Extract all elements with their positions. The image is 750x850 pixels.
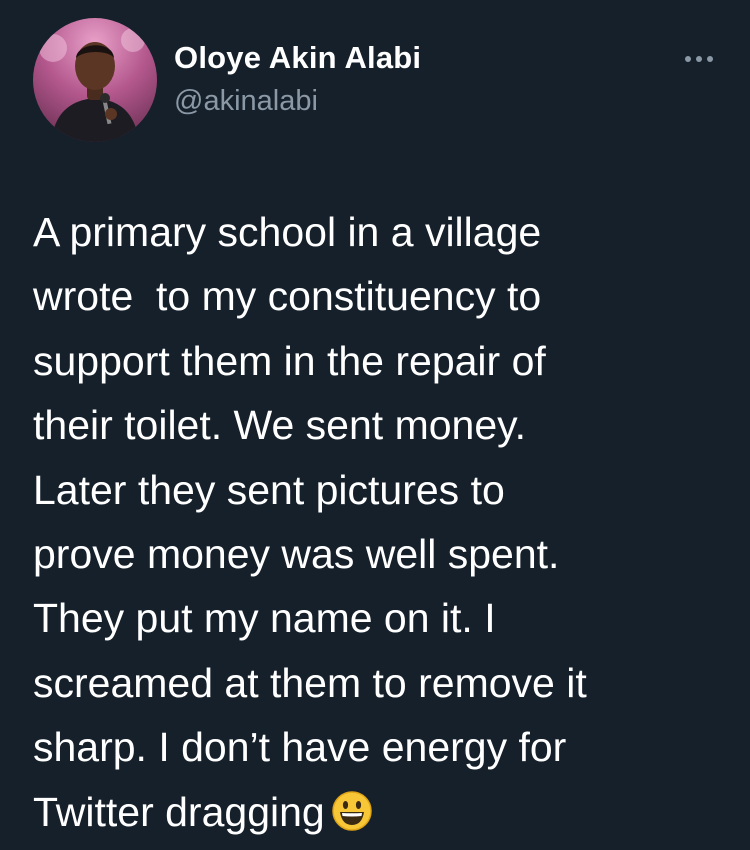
tweet-line: prove money was well spent. (33, 531, 560, 578)
tweet-line: their toilet. We sent money. (33, 402, 526, 449)
avatar[interactable] (33, 18, 157, 142)
grinning-face-emoji-icon (331, 786, 373, 850)
tweet-line: sharp. I don’t have energy for (33, 724, 567, 771)
author-handle[interactable]: @akinalabi (174, 85, 318, 118)
tweet-line: They put my name on it. I (33, 595, 496, 642)
dot (685, 56, 691, 62)
tweet-line: support them in the repair of (33, 337, 546, 384)
tweet-line: A primary school in a village (33, 209, 542, 255)
dot (696, 56, 702, 62)
tweet-line: Twitter dragging (33, 788, 325, 835)
tweet-card: Oloye Akin Alabi @akinalabi A primary sc… (0, 0, 750, 848)
tweet-line: screamed at them to remove it (33, 659, 587, 706)
more-options-icon[interactable] (677, 45, 721, 73)
dot (707, 56, 713, 62)
avatar-photo (39, 28, 145, 142)
tweet-line-last: Twitter dragging (33, 780, 733, 850)
author-name[interactable]: Oloye Akin Alabi (174, 40, 421, 76)
tweet-line: Later they sent pictures to (33, 466, 505, 513)
tweet-line: wrote to my constituency to (33, 273, 542, 320)
tweet-text: A primary school in a village wrote to m… (33, 200, 733, 850)
